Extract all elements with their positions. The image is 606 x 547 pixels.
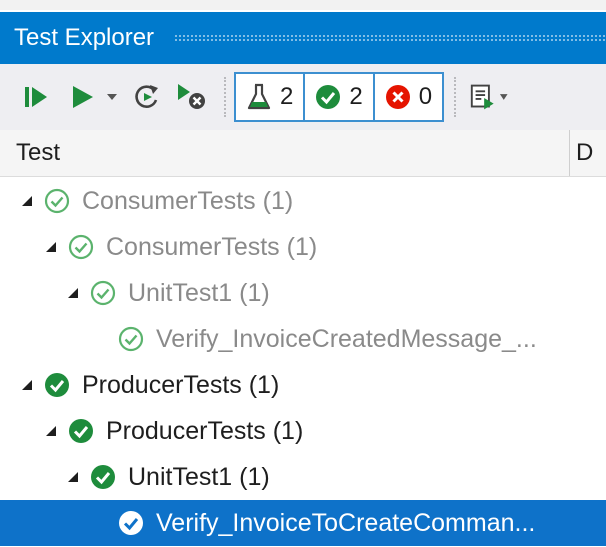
expand-arrow-icon[interactable]: [18, 379, 36, 391]
toolbar-separator: [224, 77, 226, 117]
tree-row[interactable]: ProducerTests (1): [0, 408, 606, 454]
total-tests-filter[interactable]: 2: [236, 74, 303, 120]
run-button[interactable]: [66, 75, 98, 119]
run-icon: [73, 86, 93, 108]
tree-row[interactable]: Verify_InvoiceCreatedMessage_...: [0, 316, 606, 362]
title-bar-grip[interactable]: [174, 34, 606, 42]
passed-outline-icon: [118, 326, 144, 352]
column-header-test[interactable]: Test: [0, 130, 570, 176]
toolbar-separator: [454, 77, 457, 117]
passed-tests-filter[interactable]: 2: [303, 74, 372, 120]
expand-arrow-icon[interactable]: [42, 425, 60, 437]
chevron-down-icon: [107, 94, 117, 100]
tree-row-label: Verify_InvoiceCreatedMessage_...: [156, 324, 537, 353]
tree-row-label: Verify_InvoiceToCreateComman...: [156, 508, 536, 537]
passed-icon: [90, 464, 116, 490]
tree-row-selected[interactable]: Verify_InvoiceToCreateComman...: [0, 500, 606, 546]
passed-outline-icon: [68, 234, 94, 260]
tree-row-label: ConsumerTests (1): [106, 232, 318, 261]
cancel-run-button[interactable]: [174, 75, 210, 119]
failed-icon: [385, 85, 410, 109]
tree-row-label: ProducerTests (1): [82, 370, 280, 399]
repeat-last-run-icon: [135, 85, 158, 108]
passed-count: 2: [349, 83, 363, 110]
window-top-strip: [0, 0, 606, 10]
expand-arrow-icon[interactable]: [64, 287, 82, 299]
run-all-icon: [25, 87, 47, 107]
cancel-run-icon: [178, 84, 205, 109]
tree-row[interactable]: ConsumerTests (1): [0, 224, 606, 270]
expand-arrow-icon[interactable]: [64, 471, 82, 483]
passed-icon: [68, 418, 94, 444]
tree-row-label: UnitTest1 (1): [128, 278, 270, 307]
passed-outline-icon: [90, 280, 116, 306]
run-all-button[interactable]: [20, 75, 52, 119]
window-title: Test Explorer: [14, 24, 155, 51]
failed-tests-filter[interactable]: 0: [372, 74, 442, 120]
passed-icon: [118, 510, 144, 536]
tree-row-label: ConsumerTests (1): [82, 186, 294, 215]
total-count: 2: [280, 83, 294, 110]
column-header-duration[interactable]: D: [570, 139, 593, 167]
title-bar: Test Explorer: [0, 12, 606, 64]
tree-row[interactable]: ConsumerTests (1): [0, 178, 606, 224]
passed-outline-icon: [44, 188, 70, 214]
failed-count: 0: [418, 83, 433, 110]
passed-icon: [44, 372, 70, 398]
column-header: Test D: [0, 130, 606, 177]
tree-row[interactable]: UnitTest1 (1): [0, 454, 606, 500]
chevron-down-icon: [499, 94, 508, 100]
playlist-icon: [470, 84, 494, 110]
run-dropdown[interactable]: [104, 75, 120, 119]
tree-row[interactable]: ProducerTests (1): [0, 362, 606, 408]
tree-row-label: UnitTest1 (1): [128, 462, 270, 491]
test-explorer-window: Test Explorer 2 2 0 Test D ConsumerTests…: [0, 0, 606, 547]
passed-icon: [316, 85, 341, 109]
playlist-button[interactable]: [468, 75, 508, 119]
flask-icon: [247, 83, 271, 110]
expand-arrow-icon[interactable]: [18, 195, 36, 207]
test-count-group: 2 2 0: [234, 72, 445, 122]
tree-row-label: ProducerTests (1): [106, 416, 304, 445]
repeat-last-run-button[interactable]: [130, 75, 164, 119]
tree-row[interactable]: UnitTest1 (1): [0, 270, 606, 316]
expand-arrow-icon[interactable]: [42, 241, 60, 253]
toolbar: 2 2 0: [0, 64, 606, 130]
